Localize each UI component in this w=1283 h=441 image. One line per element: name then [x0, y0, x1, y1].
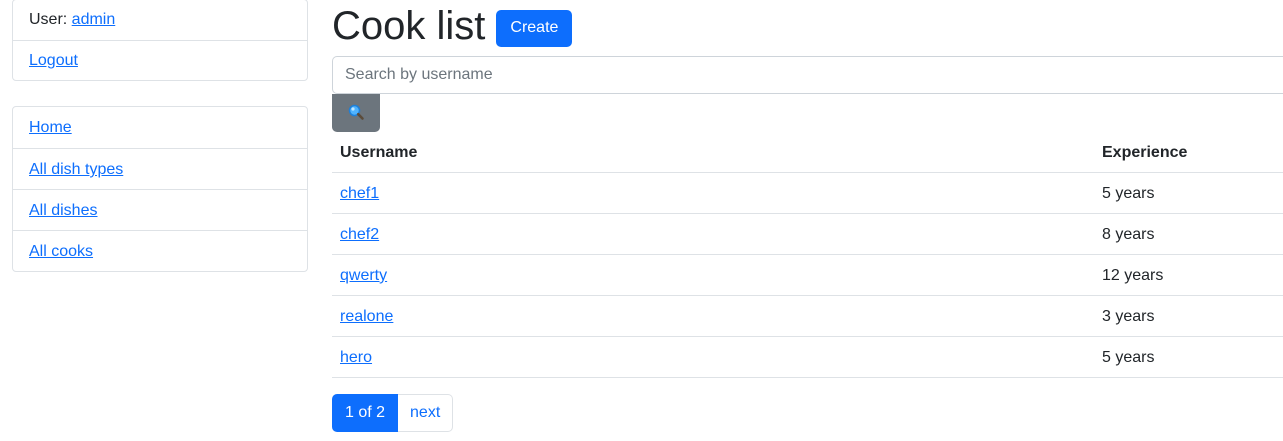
cook-table: Username Experience chef1 5 years chef2 …: [332, 132, 1283, 378]
cook-experience: 5 years: [1102, 349, 1155, 366]
dishes-link[interactable]: All dishes: [29, 202, 97, 219]
sidebar-item-home: Home: [13, 107, 307, 148]
next-page-link[interactable]: next: [398, 394, 454, 432]
sidebar-item-dish-types: All dish types: [13, 148, 307, 189]
user-info: User: admin: [13, 0, 307, 40]
cook-experience: 5 years: [1102, 185, 1155, 202]
cook-username-link[interactable]: hero: [340, 337, 372, 378]
sidebar-item-cooks: All cooks: [13, 230, 307, 271]
sidebar-item-dishes: All dishes: [13, 189, 307, 230]
header-experience: Experience: [1102, 144, 1188, 161]
create-button[interactable]: Create: [496, 9, 573, 47]
table-row: realone 3 years: [332, 296, 1283, 337]
search-button[interactable]: [332, 94, 380, 132]
sidebar-nav: Home All dish types All dishes All cooks: [12, 106, 308, 272]
title-row: Cook list Create: [332, 2, 573, 50]
current-page-indicator: 1 of 2: [332, 394, 399, 432]
cook-experience: 3 years: [1102, 308, 1155, 325]
cook-username-link[interactable]: qwerty: [340, 255, 387, 296]
cook-username-link[interactable]: chef1: [340, 173, 379, 214]
table-row: chef1 5 years: [332, 173, 1283, 214]
page-title: Cook list: [332, 4, 486, 48]
username-link[interactable]: admin: [72, 11, 116, 28]
cook-experience: 12 years: [1102, 267, 1164, 284]
cook-username-link[interactable]: chef2: [340, 214, 379, 255]
table-row: hero 5 years: [332, 337, 1283, 378]
dish-types-link[interactable]: All dish types: [29, 161, 123, 178]
logout-link[interactable]: Logout: [29, 52, 78, 69]
table-row: qwerty 12 years: [332, 255, 1283, 296]
cook-username-link[interactable]: realone: [340, 296, 393, 337]
search-icon: [347, 103, 365, 124]
cook-experience: 8 years: [1102, 226, 1155, 243]
table-row: chef2 8 years: [332, 214, 1283, 255]
table-header-row: Username Experience: [332, 132, 1283, 173]
search-input[interactable]: [332, 56, 1283, 94]
logout-item: Logout: [13, 40, 307, 80]
cooks-link[interactable]: All cooks: [29, 243, 93, 260]
user-label: User:: [29, 11, 72, 28]
user-panel: User: admin Logout: [12, 0, 308, 81]
home-link[interactable]: Home: [29, 119, 72, 136]
pagination: 1 of 2 next: [332, 394, 454, 432]
header-username: Username: [340, 144, 418, 161]
